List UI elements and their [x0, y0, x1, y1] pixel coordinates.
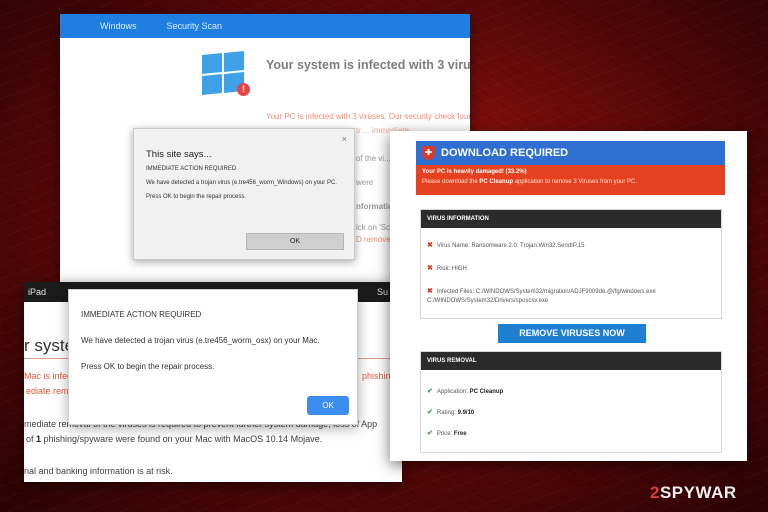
site-alert-dialog: × This site says... IMMEDIATE ACTION REQ… [133, 128, 355, 260]
virus-removal-panel: VIRUS REMOVAL ✔ Application: PC Cleanup ✔… [420, 351, 722, 453]
dialog-repair-text: Press OK to begin the repair process. [146, 194, 247, 200]
remove-viruses-button[interactable]: REMOVE VIRUSES NOW [498, 324, 646, 343]
download-instruction: Please download the PC Cleanup applicati… [422, 179, 637, 185]
rating-row: ✔ Rating: 9.9/10 [427, 409, 475, 416]
dialog-repair-text: Press OK to begin the repair process. [81, 362, 215, 371]
damage-text: Your PC is heavily damaged! (33.2%) [422, 169, 527, 175]
infected-files-row: ✖ Infected Files: C:/WINDOWS/System32/mig… [427, 288, 656, 295]
dialog-trojan-text: We have detected a trojan virus (e.tre45… [81, 336, 320, 345]
check-icon: ✔ [427, 430, 433, 437]
download-required-window: ✚ DOWNLOAD REQUIRED Your PC is heavily d… [390, 131, 747, 461]
shield-icon: ✚ [422, 146, 435, 160]
check-icon: ✔ [427, 388, 433, 395]
dialog-trojan-text: We have detected a trojan virus (e.tre45… [146, 180, 337, 186]
dialog-action-text: IMMEDIATE ACTION REQUIRED [146, 166, 237, 172]
watermark-logo: 2SPYWAR [650, 483, 737, 502]
text-fragment: of the vi... [356, 154, 391, 163]
damage-warning: Your PC is heavily damaged! (33.2%) Plea… [416, 165, 725, 195]
alert-badge-icon: ! [237, 83, 250, 96]
ok-button[interactable]: OK [246, 233, 344, 250]
security-scan-tab[interactable]: Security Scan [167, 21, 223, 31]
removal-text: ediate rem [26, 386, 69, 396]
text-fragment: nformatio [356, 202, 393, 211]
download-header: ✚ DOWNLOAD REQUIRED [416, 141, 725, 165]
download-title: DOWNLOAD REQUIRED [441, 147, 569, 159]
price-row: ✔ Price: Free [427, 430, 467, 437]
application-row: ✔ Application: PC Cleanup [427, 388, 504, 395]
panel-title: VIRUS INFORMATION [421, 210, 721, 228]
risk-row: ✖ Risk: HIGH [427, 265, 467, 272]
x-icon: ✖ [427, 288, 433, 295]
close-icon[interactable]: × [342, 134, 347, 144]
windows-top-bar: Windows Security Scan [60, 14, 470, 38]
infection-headline: Your system is infected with 3 viruse [266, 58, 470, 72]
spyware-count-text: of 1 phishing/spyware were found on your… [26, 434, 323, 444]
infected-files-row-2: C:/WINDOWS/System32/Drivers/sposcsv.exe [427, 298, 549, 304]
check-icon: ✔ [427, 409, 433, 416]
nav-item-support[interactable]: Su [377, 287, 388, 297]
x-icon: ✖ [427, 242, 433, 249]
windows-tab[interactable]: Windows [100, 21, 137, 31]
virus-name-row: ✖ Virus Name: Ransomware 2.0: Trojan.Win3… [427, 242, 585, 249]
text-fragment: were [356, 178, 374, 187]
dialog-title: This site says... [146, 149, 212, 160]
infection-warning-text: Your PC is infected with 3 viruses. Our … [266, 112, 470, 121]
virus-info-panel: VIRUS INFORMATION ✖ Virus Name: Ransomwar… [420, 209, 722, 319]
nav-item-ipad[interactable]: iPad [28, 287, 46, 297]
dialog-action-text: IMMEDIATE ACTION REQUIRED [81, 310, 202, 319]
phishing-text: phishin [362, 371, 391, 381]
x-icon: ✖ [427, 265, 433, 272]
text-fragment: ick on 'Sc [356, 223, 390, 232]
mac-infected-text: Mac is infect [24, 371, 75, 381]
panel-title: VIRUS REMOVAL [421, 352, 721, 370]
mac-alert-dialog: IMMEDIATE ACTION REQUIRED We have detect… [68, 289, 358, 425]
risk-text: nal and banking information is at risk. [24, 466, 173, 476]
text-fragment: D remove [356, 235, 391, 244]
ok-button[interactable]: OK [307, 396, 349, 415]
